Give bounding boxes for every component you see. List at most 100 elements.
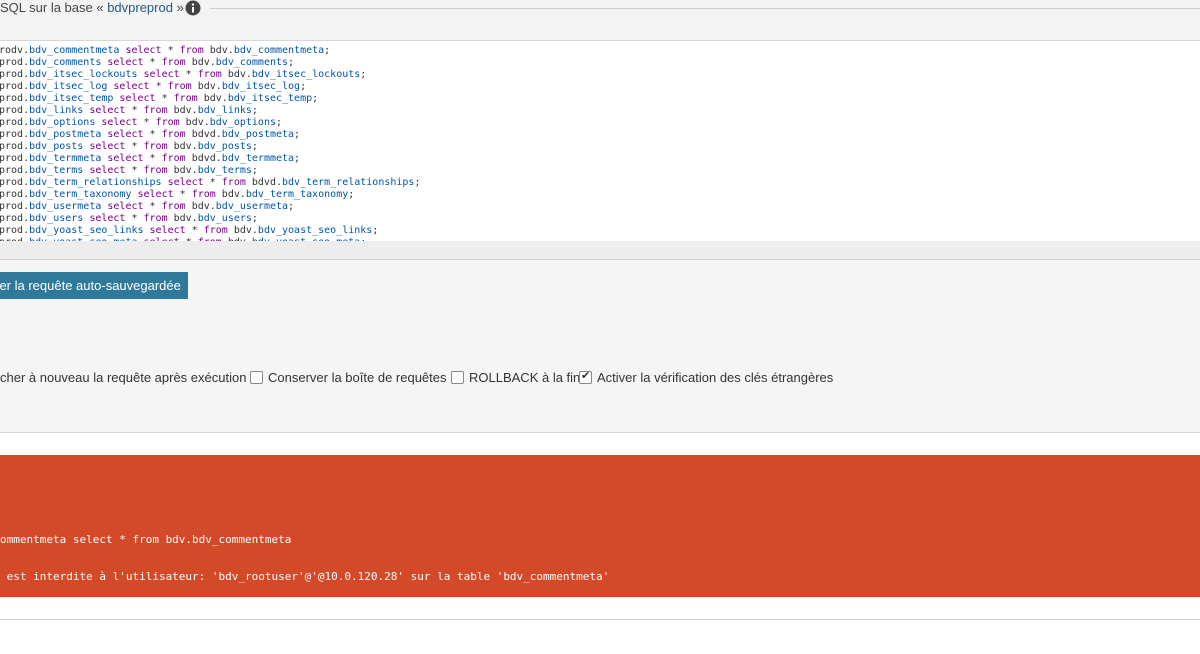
code-token: bdv. <box>227 69 252 80</box>
code-token: * <box>131 213 144 224</box>
option-foreign-key-checks-label[interactable]: Activer la vérification des clés étrangè… <box>597 370 833 385</box>
code-token: * <box>149 129 162 140</box>
code-token: select <box>101 129 150 140</box>
code-token: bdv_options <box>209 117 276 128</box>
keep-query-box-checkbox[interactable] <box>250 371 263 384</box>
option-rollback-label[interactable]: ROLLBACK à la fin <box>469 370 580 385</box>
code-token: ; <box>348 189 355 200</box>
code-token: bdv_yoast_seo_links <box>29 225 144 236</box>
error-detail-text: est interdite à l'utilisateur: 'bdv_root… <box>0 570 610 583</box>
code-token: prod. <box>0 117 30 128</box>
option-show-query-again-label[interactable]: cher à nouveau la requête après exécutio… <box>0 370 246 385</box>
rollback-checkbox[interactable] <box>451 371 464 384</box>
code-token: bdv_terms <box>29 165 84 176</box>
info-icon[interactable] <box>185 0 201 16</box>
code-token: bdv. <box>185 117 210 128</box>
code-token: bdv. <box>221 189 246 200</box>
code-token: bdv_itsec_temp <box>227 93 313 104</box>
code-token: bdv_usermeta <box>29 201 102 212</box>
bottom-divider <box>0 619 1200 620</box>
code-token: bdv. <box>173 141 198 152</box>
code-token: * <box>149 57 162 68</box>
code-token: * <box>167 45 180 56</box>
code-line: prod.bdv_yoast_seo_links select * from b… <box>0 225 1199 237</box>
query-box-header: SQL sur la base « bdvpreprod » : <box>0 0 1200 41</box>
code-token: bdv_postmeta <box>221 129 295 140</box>
fieldset-border <box>210 8 1200 9</box>
code-token: bdv_yoast_seo_links <box>257 225 373 236</box>
code-token: select <box>83 165 132 176</box>
code-token: from <box>161 57 192 68</box>
code-token: select <box>83 213 132 224</box>
code-token: * <box>131 141 144 152</box>
sql-query-editor[interactable]: rodv.bdv_commentmeta select * from bdv.b… <box>0 41 1200 241</box>
code-token: bdv_links <box>197 105 252 116</box>
sql-legend: SQL sur la base « bdvpreprod » : <box>0 0 196 16</box>
code-token: bdv. <box>197 81 222 92</box>
option-keep-query-box-label[interactable]: Conserver la boîte de requêtes <box>268 370 447 385</box>
code-token: ; <box>294 129 301 140</box>
code-line: prod.bdv_itsec_temp select * from bdv.bd… <box>0 93 1199 105</box>
code-token: bdv. <box>191 57 216 68</box>
code-token: ; <box>360 69 367 80</box>
code-token: ; <box>251 141 258 152</box>
editor-scrollbar-area[interactable] <box>0 241 1200 260</box>
code-token: prod. <box>0 105 30 116</box>
query-options-area: rer la requête auto-sauvegardée cher à n… <box>0 260 1200 433</box>
code-token: * <box>179 189 192 200</box>
code-token: from <box>203 225 234 236</box>
code-token: * <box>131 165 144 176</box>
code-line: prod.bdv_itsec_log select * from bdv.bdv… <box>0 81 1199 93</box>
code-token: prod. <box>0 141 30 152</box>
code-token: bdv_commentmeta <box>29 45 120 56</box>
code-line: prod.bdv_itsec_lockouts select * from bd… <box>0 69 1199 81</box>
code-token: bdv_itsec_lockouts <box>251 69 361 80</box>
code-token: ; <box>414 177 421 188</box>
code-token: from <box>167 81 198 92</box>
code-token: * <box>209 177 222 188</box>
code-token: select <box>119 45 168 56</box>
code-token: from <box>143 213 174 224</box>
code-line: prod.bdv_users select * from bdv.bdv_use… <box>0 213 1199 225</box>
code-token: prod. <box>0 93 30 104</box>
code-token: select <box>95 117 144 128</box>
code-token: * <box>185 69 198 80</box>
code-token: bdv_term_relationships <box>29 177 162 188</box>
code-token: select <box>83 141 132 152</box>
code-line: rodv.bdv_commentmeta select * from bdv.b… <box>0 45 1199 57</box>
code-token: select <box>131 189 180 200</box>
code-token: prod. <box>0 81 30 92</box>
code-token: bdv_options <box>29 117 96 128</box>
code-token: bdv_usermeta <box>215 201 289 212</box>
code-token: prod. <box>0 177 30 188</box>
code-token: ; <box>251 213 258 224</box>
code-lines: rodv.bdv_commentmeta select * from bdv.b… <box>0 41 1200 241</box>
code-token: bdvd. <box>191 153 222 164</box>
database-link[interactable]: bdvpreprod <box>107 0 173 15</box>
code-line: prod.bdv_terms select * from bdv.bdv_ter… <box>0 165 1199 177</box>
code-token: * <box>149 201 162 212</box>
code-line: prod.bdv_termmeta select * from bdvd.bdv… <box>0 153 1199 165</box>
code-token: bdv_posts <box>29 141 84 152</box>
code-token: ; <box>251 105 258 116</box>
error-query-text: ommentmeta select * from bdv.bdv_comment… <box>0 533 292 546</box>
code-token: bdv_itsec_log <box>221 81 301 92</box>
code-token: ; <box>294 153 301 164</box>
retrieve-autosaved-query-button[interactable]: rer la requête auto-sauvegardée <box>0 272 188 299</box>
foreign-key-checks-checkbox[interactable] <box>579 369 592 384</box>
code-token: from <box>221 177 252 188</box>
code-token: prod. <box>0 57 30 68</box>
code-token: bdv_posts <box>197 141 252 152</box>
code-token: from <box>155 117 186 128</box>
code-line: prod.bdv_comments select * from bdv.bdv_… <box>0 57 1199 69</box>
code-token: bdv_terms <box>197 165 252 176</box>
error-message-box: ommentmeta select * from bdv.bdv_comment… <box>0 455 1200 597</box>
code-token: from <box>197 69 228 80</box>
code-token: prod. <box>0 189 30 200</box>
code-token: ; <box>251 165 258 176</box>
code-token: bdv. <box>209 45 234 56</box>
legend-prefix: SQL sur la base « <box>0 0 108 15</box>
code-token: ; <box>324 45 331 56</box>
code-token: prod. <box>0 69 30 80</box>
code-token: bdv. <box>173 213 198 224</box>
